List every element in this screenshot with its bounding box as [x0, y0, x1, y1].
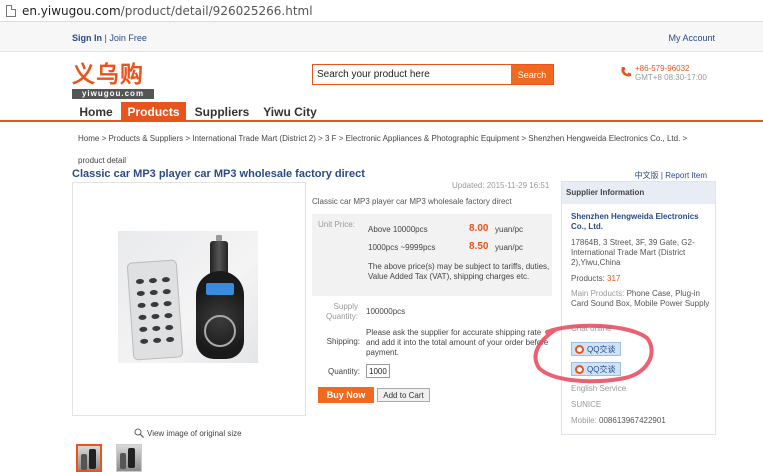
- supplier-products: Products: 317: [571, 274, 620, 283]
- price-range-1: Above 10000pcs: [368, 225, 428, 234]
- site-logo[interactable]: 义乌购 yiwugou.com: [72, 62, 154, 99]
- breadcrumb-path[interactable]: Home > Products & Suppliers > Internatio…: [78, 128, 708, 150]
- price-note: The above price(s) may be subject to tar…: [368, 262, 550, 281]
- quantity-input[interactable]: [366, 364, 390, 378]
- page-icon: [6, 4, 16, 17]
- search-button[interactable]: Search: [511, 65, 553, 84]
- address-bar[interactable]: en.yiwugou.com/product/detail/926025266.…: [0, 0, 763, 22]
- phone-number: +86-579-96032: [635, 64, 690, 73]
- top-strip: Sign In | Join Free My Account: [0, 22, 763, 52]
- supply-quantity-label: Supply Quantity:: [325, 302, 358, 321]
- thumbnail-2[interactable]: [116, 444, 142, 472]
- supplier-mobile: Mobile: 008613967422901: [571, 416, 666, 425]
- products-label: Products:: [571, 274, 605, 283]
- search-input[interactable]: [313, 65, 511, 84]
- phone-icon: [621, 67, 631, 77]
- contact-person: SUNICE: [571, 400, 602, 409]
- buy-now-button[interactable]: Buy Now: [318, 387, 374, 403]
- sign-in-link[interactable]: Sign In: [72, 33, 102, 43]
- supplier-address: 17864B, 3 Street, 3F, 39 Gate, G2-Intern…: [571, 238, 695, 267]
- breadcrumb: Home > Products & Suppliers > Internatio…: [78, 128, 708, 172]
- logo-domain: yiwugou.com: [72, 89, 154, 99]
- shipping-label: Shipping:: [326, 337, 360, 346]
- nav-yiwu-city[interactable]: Yiwu City: [260, 102, 320, 122]
- english-service-label: English Service: [571, 384, 627, 393]
- product-title: Classic car MP3 player car MP3 wholesale…: [72, 168, 365, 180]
- mp3-device-image: [196, 235, 244, 359]
- supply-quantity-value: 100000pcs: [366, 307, 406, 316]
- main-products-label: Main Products:: [571, 289, 625, 298]
- thumbnail-1[interactable]: [76, 444, 102, 472]
- remote-control-image: [126, 259, 184, 361]
- supplier-main-products: Main Products: Phone Case, Plug-in Card …: [571, 289, 713, 309]
- nav-home[interactable]: Home: [72, 102, 120, 122]
- office-hours: GMT+8 08:30-17:00: [635, 73, 707, 82]
- price-range-2: 1000pcs ~9999pcs: [368, 243, 436, 252]
- report-item-link[interactable]: Report Item: [665, 171, 707, 180]
- unit-price-label: Unit Price:: [318, 220, 355, 229]
- price-value-2: 8.50: [469, 241, 489, 252]
- search-bar: Search: [312, 64, 554, 85]
- product-description: Classic car MP3 player car MP3 wholesale…: [312, 197, 512, 206]
- product-photo[interactable]: [118, 231, 258, 363]
- mobile-number: 008613967422901: [599, 416, 666, 425]
- quantity-label: Quantity:: [327, 367, 360, 376]
- supplier-name[interactable]: Shenzhen Hengweida Electronics Co., Ltd.: [571, 212, 711, 232]
- product-image-frame: [72, 182, 306, 416]
- nav-products[interactable]: Products: [121, 102, 186, 122]
- shipping-value: Please ask the supplier for accurate shi…: [366, 328, 549, 357]
- my-account-link[interactable]: My Account: [668, 33, 715, 43]
- price-unit-1: yuan/pc: [495, 225, 524, 234]
- mobile-label: Mobile:: [571, 416, 597, 425]
- logo-chinese: 义乌购: [72, 62, 144, 88]
- add-to-cart-button[interactable]: Add to Cart: [377, 388, 430, 402]
- price-value-1: 8.00: [469, 223, 489, 234]
- link-separator: |: [660, 171, 663, 180]
- lang-links: 中文版 | Report Item: [635, 170, 707, 181]
- annotation-circle: [533, 323, 654, 384]
- main-nav: Home Products Suppliers Yiwu City: [0, 102, 763, 122]
- contact-phone: +86-579-96032 GMT+8 08:30-17:00: [620, 64, 707, 83]
- chinese-version-link[interactable]: 中文版: [635, 171, 659, 180]
- updated-time: Updated: 2015-11-29 16:51: [452, 181, 550, 190]
- link-separator: |: [104, 33, 107, 43]
- join-free-link[interactable]: Join Free: [109, 33, 147, 43]
- products-count[interactable]: 317: [607, 274, 620, 283]
- thumbnail-strip: [76, 444, 142, 472]
- view-original-link[interactable]: View image of original size: [134, 428, 242, 438]
- nav-suppliers[interactable]: Suppliers: [192, 102, 252, 122]
- price-table: Unit Price: Above 10000pcs 8.00 yuan/pc …: [312, 214, 552, 296]
- supplier-header: Supplier Information: [562, 182, 715, 204]
- account-links: Sign In | Join Free: [72, 33, 147, 43]
- view-original-label: View image of original size: [147, 428, 242, 438]
- price-unit-2: yuan/pc: [495, 243, 524, 252]
- zoom-icon: [134, 428, 144, 438]
- supplier-panel: Supplier Information Shenzhen Hengweida …: [561, 181, 716, 435]
- url-text[interactable]: en.yiwugou.com/product/detail/926025266.…: [22, 4, 313, 18]
